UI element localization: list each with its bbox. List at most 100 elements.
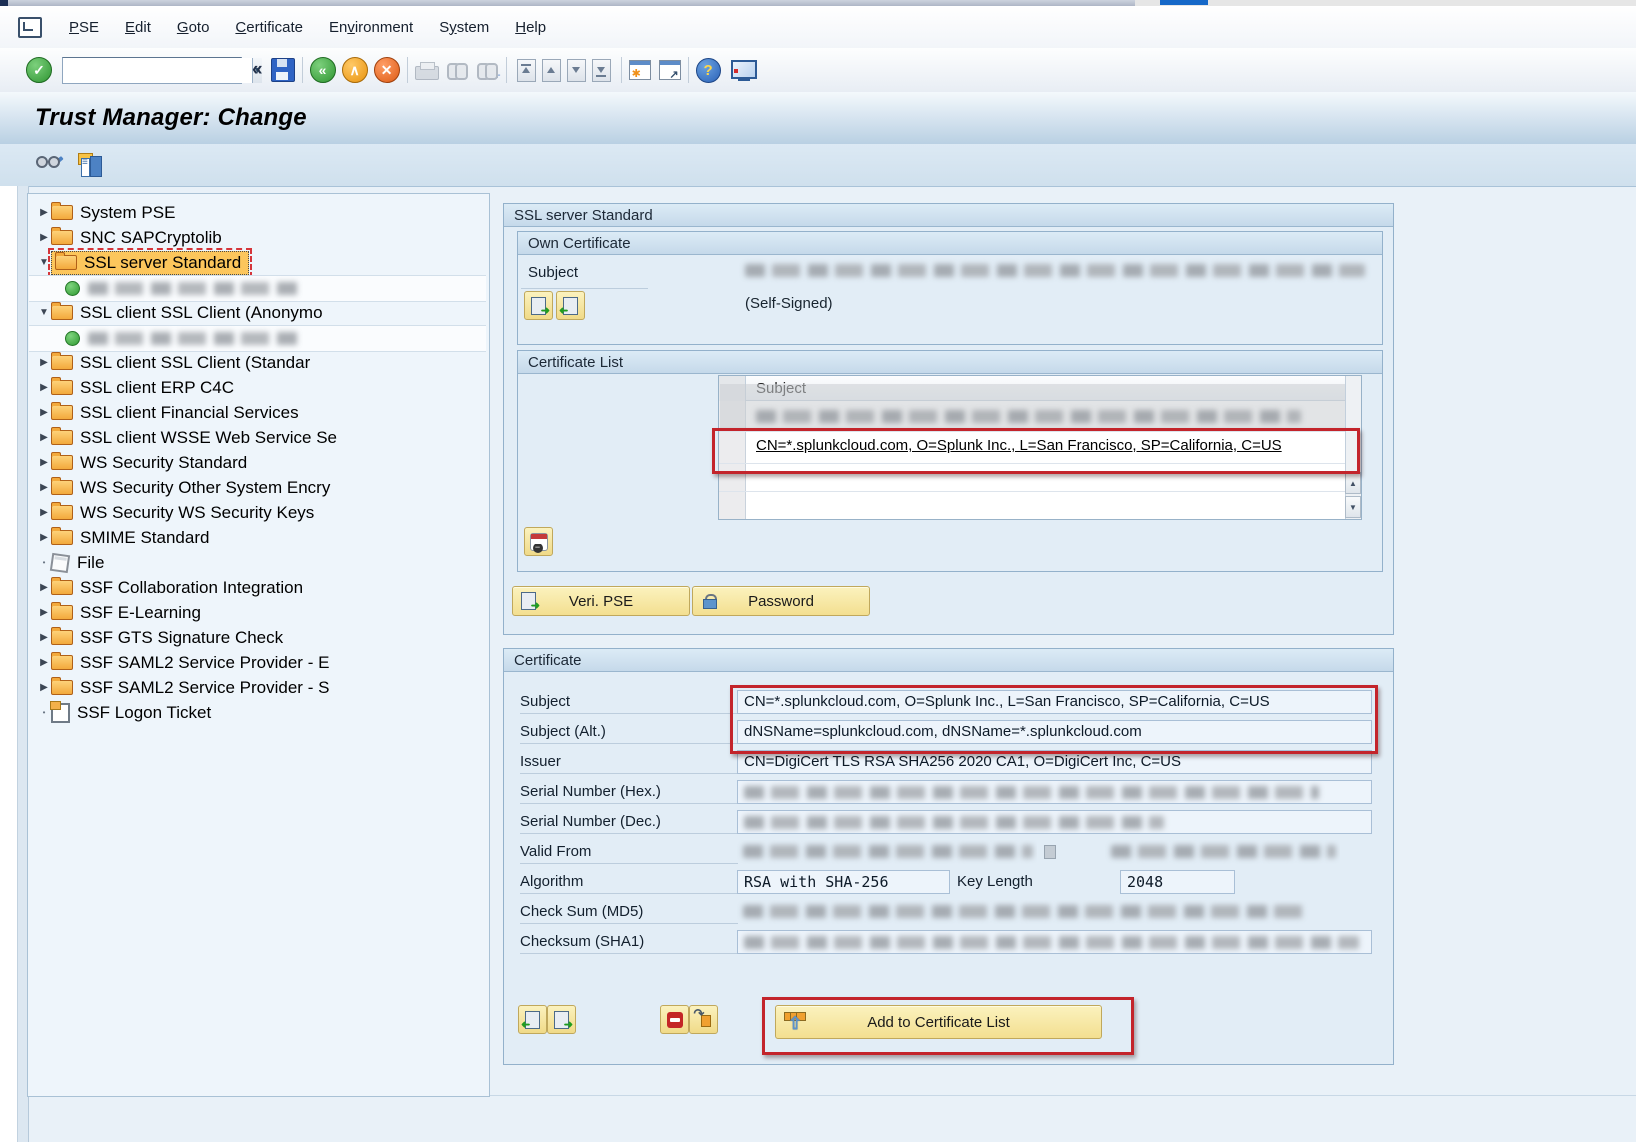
tree-item-label: SSF SAML2 Service Provider - S [80, 678, 329, 698]
replace-certificate-button[interactable] [689, 1005, 718, 1034]
folder-icon [51, 430, 73, 445]
expand-arrow-icon[interactable]: ▶ [37, 382, 51, 393]
import-certificate-button[interactable] [518, 1005, 547, 1034]
valid-from-calendar-icon[interactable] [1044, 845, 1056, 859]
command-field[interactable] [63, 58, 252, 83]
tree-item-redacted[interactable] [29, 275, 486, 302]
print-icon[interactable] [415, 66, 439, 80]
tree-item-ssl-client-financial-services[interactable]: ▶ SSL client Financial Services [28, 400, 487, 425]
first-page-icon[interactable] [517, 59, 536, 82]
tree-item-ssl-client-erp-c4c[interactable]: ▶SSL client ERP C4C [28, 375, 487, 400]
enter-icon[interactable]: ✓ [26, 57, 52, 83]
menu-goto[interactable]: Goto [164, 15, 223, 40]
monitor-icon[interactable] [731, 60, 755, 80]
next-page-icon[interactable] [567, 59, 586, 82]
tree-item-label: SSL client SSL Client (Anonymo [80, 303, 323, 323]
tree-item-ssl-client-ssl-client-standar[interactable]: ▶SSL client SSL Client (Standar [28, 350, 487, 375]
tree-item-label: SSL client Financial Services [80, 403, 299, 423]
tree-item-system-pse[interactable]: ▶System PSE [28, 200, 487, 225]
collapse-arrow-icon[interactable]: ▼ [37, 257, 51, 268]
delete-certificate-button[interactable]: − [524, 527, 553, 556]
password-button[interactable]: Password [692, 586, 870, 616]
collapse-arrow-icon[interactable]: ▼ [37, 307, 51, 318]
set-invalid-button[interactable] [660, 1005, 689, 1034]
collapse-toolbar-icon[interactable]: « [252, 59, 263, 81]
verify-pse-label: Veri. PSE [569, 593, 633, 610]
key-length-value[interactable]: 2048 [1120, 870, 1235, 894]
menu-system[interactable]: System [426, 15, 502, 40]
system-menu-icon[interactable] [18, 17, 42, 38]
row-selector[interactable] [719, 491, 746, 519]
field-value-serial-dec[interactable] [737, 810, 1372, 834]
menu-edit[interactable]: Edit [112, 15, 164, 40]
expand-arrow-icon[interactable]: ▶ [37, 582, 51, 593]
expand-arrow-icon[interactable]: ▶ [37, 507, 51, 518]
field-value-valid-to[interactable] [1105, 840, 1340, 864]
menu-certificate[interactable]: Certificate [222, 15, 316, 40]
field-value-valid-from[interactable] [737, 840, 1037, 864]
window-accent-strip [1160, 0, 1208, 5]
tree-item-ssf-logon-ticket[interactable]: •SSF Logon Ticket [28, 700, 487, 725]
expand-arrow-icon[interactable]: ▶ [37, 207, 51, 218]
expand-arrow-icon[interactable]: ▶ [37, 432, 51, 443]
find-next-icon[interactable]: + [477, 59, 499, 81]
menu-pse[interactable]: PSE [56, 15, 112, 40]
tree-item-ssl-server-standard[interactable]: ▼SSL server Standard [28, 250, 487, 275]
field-value-serial-hex[interactable] [737, 780, 1372, 804]
tree-item-ssf-e-learning[interactable]: ▶SSF E-Learning [28, 600, 487, 625]
expand-arrow-icon[interactable]: ▶ [37, 632, 51, 643]
tree-item-ssl-client-wsse-web-service-se[interactable]: ▶SSL client WSSE Web Service Se [28, 425, 487, 450]
expand-arrow-icon[interactable]: ▶ [37, 607, 51, 618]
expand-arrow-icon[interactable]: ▶ [37, 657, 51, 668]
tree-item-ws-security-other-system-encry[interactable]: ▶WS Security Other System Encry [28, 475, 487, 500]
new-session-icon[interactable]: ✱ [629, 60, 651, 80]
tree-item-redacted[interactable] [29, 325, 486, 352]
verify-pse-button[interactable]: Veri. PSE [512, 586, 690, 616]
export-own-certificate-button[interactable] [524, 291, 553, 320]
menu-help[interactable]: Help [502, 15, 559, 40]
tree-item-ssf-collaboration-integration[interactable]: ▶SSF Collaboration Integration [28, 575, 487, 600]
field-label-md5: Check Sum (MD5) [520, 900, 738, 924]
selected-tree-item[interactable]: SSL server Standard [51, 251, 249, 275]
pse-maintenance-icon[interactable] [78, 153, 104, 177]
shortcut-icon[interactable]: ↗ [659, 60, 681, 80]
scroll-down-icon[interactable]: ▼ [1345, 496, 1361, 518]
tree-item-ssf-saml2-service-provider-s[interactable]: ▶ SSF SAML2 Service Provider - S [28, 675, 487, 700]
help-icon[interactable]: ? [696, 58, 721, 83]
tree-item-ssf-gts-signature-check[interactable]: ▶SSF GTS Signature Check [28, 625, 487, 650]
field-value-algorithm[interactable]: RSA with SHA-256 [737, 870, 950, 894]
up-icon[interactable]: ∧ [342, 57, 368, 83]
field-value-sha1[interactable] [737, 930, 1372, 954]
expand-arrow-icon[interactable]: ▶ [37, 357, 51, 368]
export-certificate-button[interactable] [547, 1005, 576, 1034]
tree-item-snc-sapcryptolib[interactable]: ▶SNC SAPCryptolib [28, 225, 487, 250]
save-icon[interactable] [271, 58, 295, 82]
last-page-icon[interactable] [592, 59, 611, 82]
tree-item-smime-standard[interactable]: ▶SMIME Standard [28, 525, 487, 550]
tree-item-ssl-client-ssl-client-anonymo[interactable]: ▼ SSL client SSL Client (Anonymo [28, 300, 487, 325]
menu-environment[interactable]: Environment [316, 15, 426, 40]
folder-icon [51, 405, 73, 420]
tree-item-ws-security-standard[interactable]: ▶WS Security Standard [28, 450, 487, 475]
redacted-label [88, 332, 303, 345]
find-icon[interactable] [447, 59, 469, 81]
expand-arrow-icon[interactable]: ▶ [37, 532, 51, 543]
display-change-icon[interactable] [36, 154, 62, 176]
tree-item-ws-security-ws-security-keys[interactable]: ▶WS Security WS Security Keys [28, 500, 487, 525]
tree-item-ssf-saml2-service-provider-e[interactable]: ▶SSF SAML2 Service Provider - E [28, 650, 487, 675]
field-value-md5[interactable] [737, 900, 1372, 924]
import-own-certificate-button[interactable] [556, 291, 585, 320]
folder-icon [51, 355, 73, 370]
back-icon[interactable]: « [310, 57, 336, 83]
expand-arrow-icon[interactable]: ▶ [37, 407, 51, 418]
expand-arrow-icon[interactable]: ▶ [37, 457, 51, 468]
exit-icon[interactable]: ✕ [374, 57, 400, 83]
previous-page-icon[interactable] [542, 59, 561, 82]
expand-arrow-icon[interactable]: ▶ [37, 482, 51, 493]
green-status-icon [65, 331, 80, 346]
expand-arrow-icon[interactable]: ▶ [37, 232, 51, 243]
field-label-sha1: Checksum (SHA1) [520, 930, 738, 954]
tree-item-file[interactable]: •File [28, 550, 487, 575]
expand-arrow-icon[interactable]: ▶ [37, 682, 51, 693]
scroll-up-icon[interactable]: ▲ [1345, 472, 1361, 494]
